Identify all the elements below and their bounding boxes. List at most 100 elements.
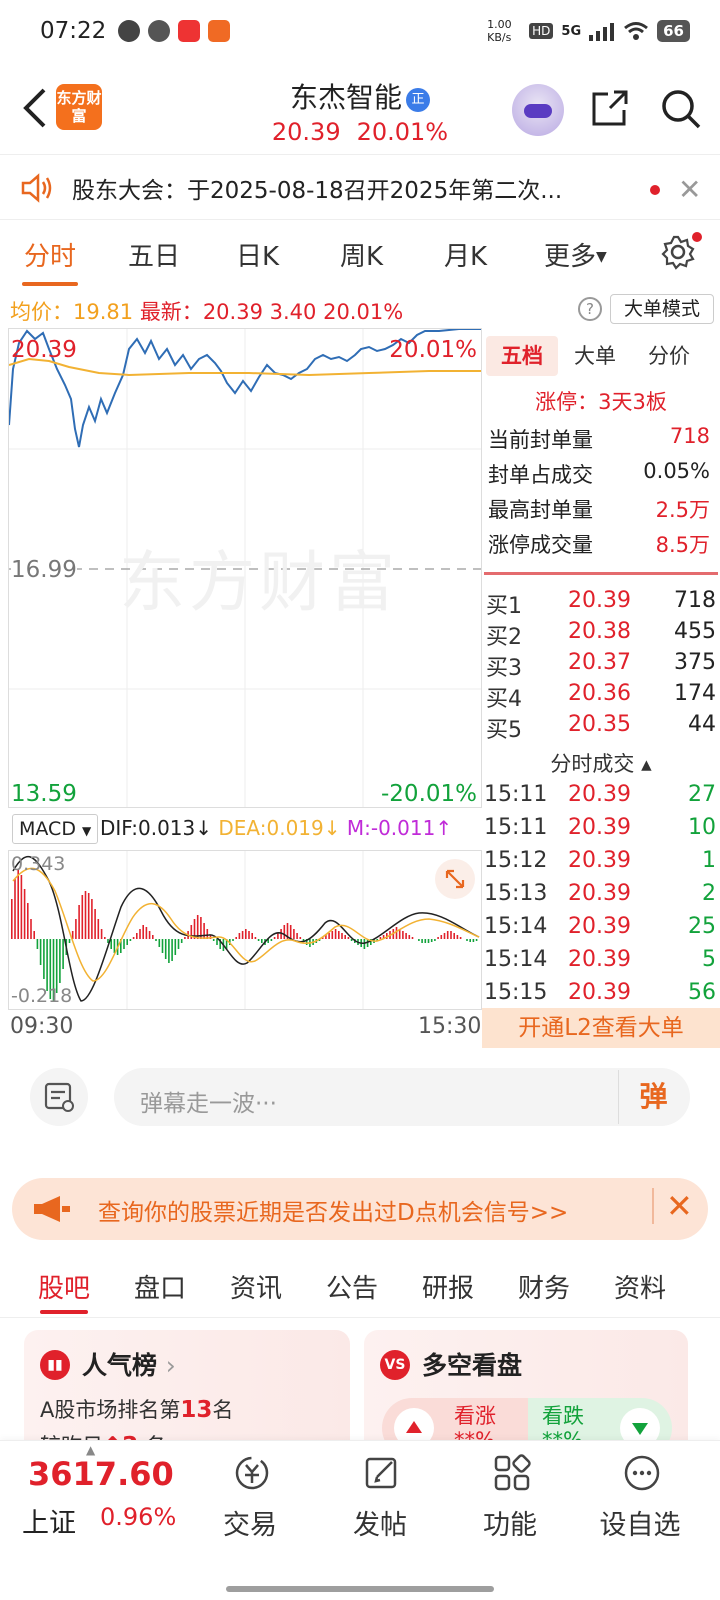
- trade-time: 15:15: [484, 980, 548, 1005]
- bid-row[interactable]: 买3 20.37 375: [486, 650, 716, 682]
- promo-text[interactable]: 查询你的股票近期是否发出过D点机会信号>>: [98, 1193, 568, 1227]
- announcement-text[interactable]: 股东大会：于2025-08-18召开2025年第二次...: [72, 171, 562, 205]
- wechat-icon: [118, 20, 140, 42]
- stat-row: 当前封单量 718: [488, 424, 710, 454]
- notification-icons: [118, 20, 230, 42]
- macd-bar: [84, 891, 87, 939]
- macd-bar: [11, 899, 13, 939]
- megaphone-icon: [34, 1196, 70, 1222]
- nav-post[interactable]: 发帖: [320, 1441, 440, 1561]
- bid-row[interactable]: 买4 20.36 174: [486, 681, 716, 713]
- tab-market-depth[interactable]: 盘口: [134, 1268, 186, 1305]
- popularity-title: 人气榜 ›: [82, 1346, 176, 1382]
- l2-upgrade-banner[interactable]: 开通L2查看大单: [482, 1008, 720, 1048]
- macd-bar: [142, 925, 144, 939]
- macd-bar: [100, 929, 103, 939]
- tab-price-volume[interactable]: 分价: [648, 340, 690, 370]
- signal-icon: [589, 23, 615, 41]
- section-tab-indicator: [40, 1310, 88, 1314]
- caret-down-icon: ▼: [596, 249, 607, 265]
- y-axis-mid-label: 16.99: [11, 557, 77, 583]
- macd-m: M:-0.011↑: [346, 816, 453, 840]
- close-icon[interactable]: ✕: [678, 173, 701, 206]
- macd-bar: [418, 939, 420, 941]
- app-icon: [148, 20, 170, 42]
- macd-bar: [411, 937, 414, 939]
- macd-bar: [62, 939, 64, 969]
- vs-icon: VS: [380, 1350, 410, 1380]
- tab-five-day[interactable]: 五日: [128, 236, 180, 273]
- net-speed: 1.00 KB/s: [487, 18, 512, 44]
- bid-volume: 375: [674, 650, 716, 675]
- tab-intraday[interactable]: 分时: [24, 236, 76, 273]
- video-icon: [178, 20, 200, 42]
- trade-volume: 5: [702, 947, 716, 972]
- indicator-selector[interactable]: MACD ▼: [12, 814, 99, 844]
- trade-row: 15:15 20.39 56: [484, 980, 716, 1005]
- note-settings-icon[interactable]: [30, 1068, 88, 1126]
- tab-profile[interactable]: 资料: [614, 1268, 666, 1305]
- limit-up-streak: 涨停：3天3板: [535, 390, 667, 414]
- intraday-chart[interactable]: 东方财富 20.39 20.01% 16.99 13.59 -20.01%: [8, 328, 482, 808]
- macd-chart[interactable]: 0.343 -0.218: [8, 850, 482, 1010]
- macd-bar: [145, 927, 148, 939]
- stock-name: 东杰智能: [289, 81, 402, 114]
- x-axis-end: 15:30: [418, 1014, 482, 1039]
- search-icon[interactable]: [660, 88, 702, 130]
- tab-forum[interactable]: 股吧: [38, 1268, 90, 1305]
- rank-value: 13: [180, 1397, 213, 1423]
- nav-watchlist[interactable]: 设自选: [580, 1441, 700, 1561]
- trades-header[interactable]: 分时成交 ▴: [482, 748, 720, 778]
- tab-news[interactable]: 资讯: [230, 1268, 282, 1305]
- status-badge: 正: [406, 88, 430, 112]
- trade-volume: 27: [688, 782, 716, 807]
- macd-bar: [446, 931, 449, 939]
- macd-bar: [91, 899, 93, 939]
- trade-time: 15:11: [484, 815, 548, 840]
- ai-assistant-icon[interactable]: [512, 84, 564, 136]
- order-book-tabs: 五档 大单 分价: [482, 332, 720, 378]
- macd-bar: [216, 939, 218, 945]
- grid-icon: [494, 1454, 531, 1491]
- tab-daily-k[interactable]: 日K: [236, 236, 279, 273]
- bid-row[interactable]: 买1 20.39 718: [486, 588, 716, 620]
- tab-weekly-k[interactable]: 周K: [340, 236, 383, 273]
- tab-research[interactable]: 研报: [422, 1268, 474, 1305]
- share-icon[interactable]: [590, 88, 630, 128]
- hd-badge: HD: [529, 23, 554, 39]
- wifi-icon: [624, 22, 649, 40]
- trade-volume: 25: [688, 914, 716, 939]
- trade-row: 15:14 20.39 25: [484, 914, 716, 939]
- shopping-icon: [208, 20, 230, 42]
- macd-bar: [174, 939, 177, 955]
- danmu-toggle-button[interactable]: 弹: [618, 1070, 688, 1124]
- bullish-text: 看涨: [454, 1404, 496, 1428]
- tab-big-orders[interactable]: 大单: [574, 340, 616, 370]
- nav-functions[interactable]: 功能: [450, 1441, 570, 1561]
- tab-more[interactable]: 更多▼: [544, 236, 607, 273]
- expand-icon[interactable]: [435, 859, 475, 899]
- big-order-mode-button[interactable]: 大单模式: [610, 294, 714, 324]
- gear-icon[interactable]: [660, 234, 696, 270]
- close-icon[interactable]: ✕: [652, 1188, 693, 1224]
- bid-volume: 455: [674, 619, 716, 644]
- trade-price: 20.39: [568, 815, 631, 840]
- promo-banner[interactable]: 查询你的股票近期是否发出过D点机会信号>> ✕: [12, 1178, 708, 1240]
- bid-label: 买1: [486, 594, 522, 619]
- tab-monthly-k[interactable]: 月K: [444, 236, 487, 273]
- tab-financials[interactable]: 财务: [518, 1268, 570, 1305]
- nav-trade[interactable]: 交易: [190, 1441, 310, 1561]
- stat-label: 当前封单量: [488, 428, 593, 452]
- announcement-bar[interactable]: 股东大会：于2025-08-18召开2025年第二次... ✕: [0, 154, 720, 220]
- macd-bar: [68, 939, 71, 943]
- indicator-selector-label: MACD: [19, 818, 76, 840]
- tab-announcements[interactable]: 公告: [326, 1268, 378, 1305]
- help-icon[interactable]: ?: [578, 297, 602, 321]
- bid-row[interactable]: 买5 20.35 44: [486, 712, 716, 744]
- index-ticker[interactable]: ▲ 3617.60 上证 0.96%: [0, 1441, 190, 1561]
- bid-row[interactable]: 买2 20.38 455: [486, 619, 716, 651]
- trade-time: 15:14: [484, 947, 548, 972]
- macd-bar: [472, 939, 475, 942]
- tab-five-levels[interactable]: 五档: [486, 336, 558, 376]
- macd-bar: [299, 937, 302, 939]
